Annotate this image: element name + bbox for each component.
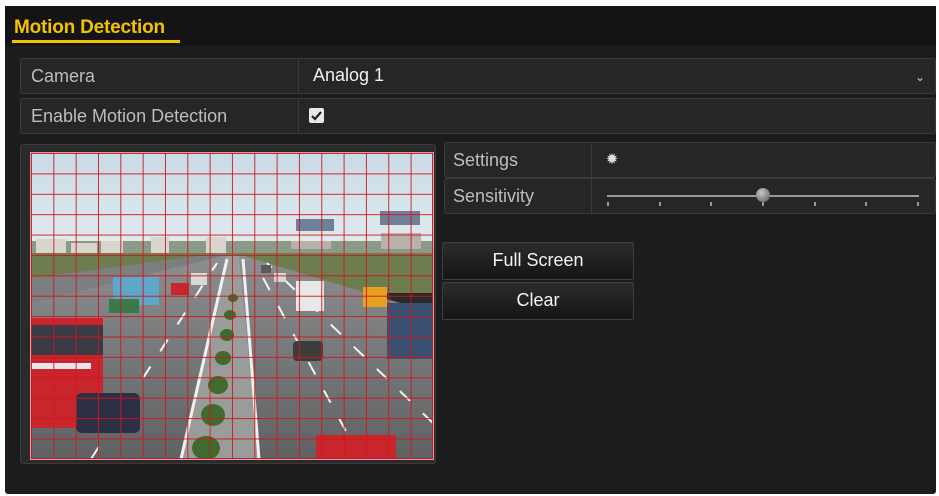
sensitivity-tick: [917, 202, 919, 206]
row-divider: [591, 143, 592, 177]
sensitivity-tick: [710, 202, 712, 206]
motion-area-grid[interactable]: [31, 153, 433, 459]
sensitivity-slider-thumb[interactable]: [756, 188, 770, 202]
enable-motion-checkbox[interactable]: [309, 108, 324, 123]
tab-bar: Motion Detection: [5, 6, 936, 46]
full-screen-button[interactable]: Full Screen: [442, 242, 634, 280]
sensitivity-label: Sensitivity: [453, 186, 535, 206]
row-divider: [298, 59, 299, 93]
gear-icon[interactable]: ✹: [604, 152, 620, 168]
sensitivity-row: Sensitivity: [444, 178, 936, 214]
enable-motion-row: Enable Motion Detection: [20, 98, 936, 134]
active-tab-indicator: [12, 40, 180, 43]
settings-row: Settings ✹: [444, 142, 936, 178]
sensitivity-tick: [865, 202, 867, 206]
checkmark-icon: [311, 111, 322, 121]
sensitivity-tick: [659, 202, 661, 206]
motion-detection-panel: Motion Detection Camera Analog 1 ⌄ Enabl…: [5, 6, 936, 494]
settings-label: Settings: [453, 150, 519, 170]
tab-motion-detection[interactable]: Motion Detection: [14, 17, 165, 39]
sensitivity-tick: [762, 202, 764, 206]
row-divider: [298, 99, 299, 133]
camera-label: Camera: [31, 66, 96, 86]
camera-row[interactable]: Camera Analog 1 ⌄: [20, 58, 936, 94]
enable-motion-label: Enable Motion Detection: [31, 106, 228, 126]
clear-button[interactable]: Clear: [442, 282, 634, 320]
sensitivity-tick: [814, 202, 816, 206]
video-preview-frame: [20, 144, 436, 464]
camera-preview[interactable]: [30, 152, 434, 460]
sensitivity-tick: [607, 202, 609, 206]
camera-select[interactable]: Analog 1: [313, 65, 384, 86]
chevron-down-icon[interactable]: ⌄: [915, 70, 925, 84]
row-divider: [591, 179, 592, 213]
